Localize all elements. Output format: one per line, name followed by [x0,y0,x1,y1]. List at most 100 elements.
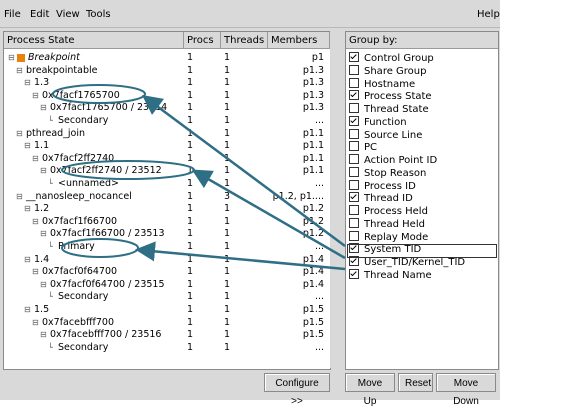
checkbox-checked-icon[interactable] [349,192,359,203]
tree-row[interactable]: ⊟ 0x7facf0f64700 / 23515 1 1 p1.4 [4,279,330,291]
move-up-button[interactable]: Move Up [345,373,395,407]
process-state-tree[interactable]: Process State Procs Threads Members ⊟ Bre… [3,31,331,370]
tree-row[interactable]: ⊟ 1.4 1 1 p1.4 [4,254,330,266]
tree-row[interactable]: ⊟ 0x7facf1765700 1 1 p1.3 [4,90,330,102]
menu-edit[interactable]: Edit [30,9,49,20]
tree-row[interactable]: ⊟ 0x7facf2ff2740 / 23512 1 1 p1.1 [4,165,330,177]
procs-cell: 1 [187,253,194,265]
collapse-icon[interactable]: ⊟ [16,191,23,203]
tree-row[interactable]: ⊟ 0x7facf1765700 / 23514 1 1 p1.3 [4,102,330,114]
tree-row[interactable]: ⊟ 1.5 1 1 p1.5 [4,304,330,316]
collapse-icon[interactable]: ⊟ [32,90,39,102]
tree-row[interactable]: ⊟ 0x7facf2ff2740 1 1 p1.1 [4,153,330,165]
tree-row[interactable]: ⊟ __nanosleep_nocancel 1 3 p1.2, p1.... [4,191,330,203]
column-header-threads[interactable]: Threads [221,32,268,49]
checkbox-checked-icon[interactable] [349,52,359,62]
reset-button[interactable]: Reset [398,373,433,392]
checkbox-unchecked-icon[interactable] [349,230,359,241]
tree-row[interactable]: ⊟ 0x7facebfff700 / 23516 1 1 p1.5 [4,329,330,341]
group-by-option[interactable]: Hostname [349,77,416,90]
group-by-option[interactable]: Thread State [349,103,429,115]
group-by-option[interactable]: Function [349,115,407,128]
group-by-option-label: Hostname [364,78,416,90]
threads-cell: 3 [224,190,231,202]
group-by-option[interactable]: Action Point ID [349,154,437,166]
checkbox-unchecked-icon[interactable] [349,64,359,75]
group-by-option[interactable]: Thread Held [349,217,425,230]
collapse-icon[interactable]: ⊟ [16,128,23,140]
collapse-icon[interactable]: ⊟ [24,203,31,215]
checkbox-checked-icon[interactable] [349,115,359,126]
checkbox-unchecked-icon[interactable] [349,141,359,152]
group-by-option[interactable]: Source Line [349,128,422,141]
collapse-icon[interactable]: ⊟ [40,329,47,341]
tree-row[interactable]: ⊟ 0x7facebfff700 1 1 p1.5 [4,317,330,329]
menu-help[interactable]: Help [477,9,500,20]
checkbox-unchecked-icon[interactable] [349,205,359,215]
collapse-icon[interactable]: ⊟ [32,153,39,165]
group-by-option[interactable]: Process State [349,90,432,102]
members-cell: p1.5 [302,304,324,315]
checkbox-unchecked-icon[interactable] [349,179,359,190]
tree-row[interactable]: ⊟ 0x7facf1f66700 / 23513 1 1 p1.2 [4,228,330,240]
tree-row[interactable]: ⊟ pthread_join 1 1 p1.1 [4,128,330,140]
collapse-icon[interactable]: ⊟ [40,102,47,114]
tree-row[interactable]: └ <unnamed> 1 1... [4,178,330,190]
menu-file[interactable]: File [4,9,21,20]
checkbox-unchecked-icon[interactable] [349,128,359,139]
menu-view[interactable]: View [56,9,80,20]
procs-cell: 1 [187,329,194,341]
collapse-icon[interactable]: ⊟ [40,165,47,177]
procs-cell: 1 [187,190,194,202]
group-by-option[interactable]: Stop Reason [349,166,426,179]
collapse-icon[interactable]: ⊟ [24,77,31,89]
collapse-icon[interactable]: ⊟ [24,140,31,152]
column-header-process-state[interactable]: Process State [4,32,184,49]
members-cell: p1.4 [302,253,324,265]
checkbox-unchecked-icon[interactable] [349,77,359,88]
tree-row[interactable]: └ Secondary 1 1... [4,115,330,127]
group-by-option[interactable]: Share Group [349,64,426,77]
collapse-icon[interactable]: ⊟ [40,279,47,291]
group-by-option[interactable]: Thread Name [349,268,432,281]
group-by-option[interactable]: Process Held [349,205,428,217]
tree-row[interactable]: └ Secondary 1 1... [4,342,330,354]
group-by-option[interactable]: Process ID [349,179,416,192]
configure-button[interactable]: Configure >> [264,373,330,407]
collapse-icon[interactable]: ⊟ [32,317,39,329]
tree-row[interactable]: ⊟ 0x7facf0f64700 1 1 p1.4 [4,266,330,278]
group-by-option[interactable]: PC [349,141,377,153]
checkbox-unchecked-icon[interactable] [349,103,359,113]
column-header-members[interactable]: Members [268,32,330,49]
group-by-option[interactable]: Control Group [349,52,434,64]
tree-branch-icon: └ [48,179,53,188]
checkbox-unchecked-icon[interactable] [349,217,359,228]
collapse-icon[interactable]: ⊟ [16,65,23,77]
tree-row[interactable]: ⊟ 0x7facf1f66700 1 1 p1.2 [4,216,330,228]
members-cell: p1.3 [302,64,324,76]
tree-row[interactable]: ⊟ 1.1 1 1 p1.1 [4,140,330,152]
checkbox-checked-icon[interactable] [349,90,359,101]
collapse-icon[interactable]: ⊟ [32,216,39,228]
scrollbar[interactable] [330,31,340,368]
group-by-option[interactable]: Thread ID [349,192,413,204]
checkbox-unchecked-icon[interactable] [349,166,359,177]
collapse-icon[interactable]: ⊟ [24,304,31,316]
column-header-procs[interactable]: Procs [184,32,221,49]
tree-row[interactable]: └ Primary 1 1... [4,241,330,253]
collapse-icon[interactable]: ⊟ [8,52,15,64]
tree-row[interactable]: ⊟ 1.2 1 1 p1.2 [4,203,330,215]
move-down-button[interactable]: Move Down [436,373,496,407]
checkbox-checked-icon[interactable] [349,268,359,279]
checkbox-unchecked-icon[interactable] [349,154,359,164]
tree-row[interactable]: └ Secondary 1 1... [4,291,330,303]
group-by-header: Group by: [346,32,498,49]
collapse-icon[interactable]: ⊟ [32,266,39,278]
tree-row[interactable]: ⊟ breakpointable 1 1 p1.3 [4,65,330,77]
tree-row[interactable]: ⊟ 1.3 1 1 p1.3 [4,77,330,89]
menu-tools[interactable]: Tools [86,9,111,20]
tree-row[interactable]: ⊟ Breakpoint 1 1 p1 [4,52,330,64]
collapse-icon[interactable]: ⊟ [24,254,31,266]
group-by-option[interactable]: Replay Mode [349,230,428,243]
collapse-icon[interactable]: ⊟ [40,228,47,240]
